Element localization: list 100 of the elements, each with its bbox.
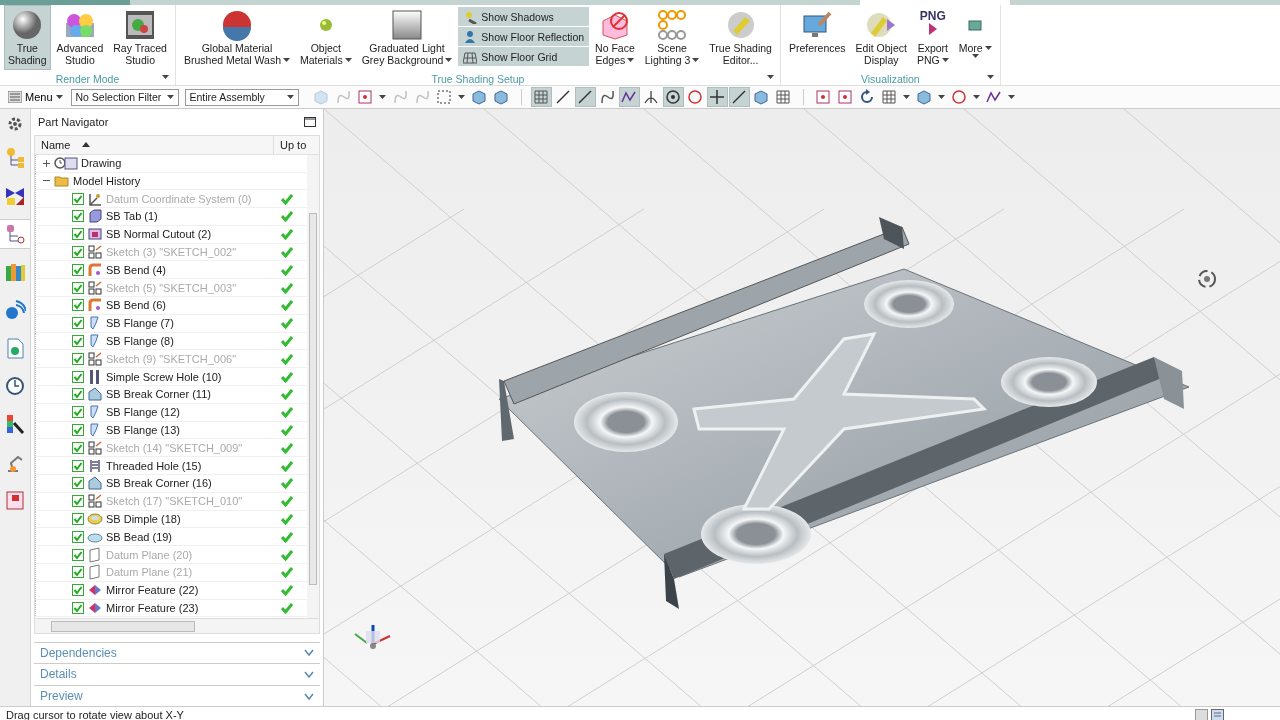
tree-item-label[interactable]: SB Dimple (18) bbox=[106, 513, 181, 526]
checkbox[interactable] bbox=[72, 584, 84, 597]
checkbox[interactable] bbox=[72, 602, 84, 614]
maximize-icon[interactable] bbox=[304, 116, 316, 127]
part-tree-tab[interactable] bbox=[0, 219, 30, 249]
tree-item-label[interactable]: Drawing bbox=[81, 157, 122, 170]
ribbon-button[interactable]: Ray Traced Studio bbox=[109, 5, 171, 70]
ribbon-button[interactable]: Object Materials bbox=[296, 5, 356, 70]
ribbon-button[interactable]: More bbox=[954, 5, 996, 70]
tree-item-label[interactable]: Model History bbox=[73, 174, 141, 187]
tree-item-label[interactable]: Mirror Feature (23) bbox=[106, 602, 199, 614]
checkbox[interactable] bbox=[72, 548, 84, 561]
caret-icon[interactable] bbox=[161, 75, 169, 79]
toggle-button[interactable]: Show Shadows bbox=[458, 7, 590, 26]
toggle-button[interactable]: Show Floor Reflection bbox=[458, 27, 590, 46]
graphics-viewport[interactable] bbox=[324, 109, 1280, 706]
ribbon-button[interactable]: Edit Object Display bbox=[851, 5, 911, 70]
cube-icon bbox=[312, 88, 331, 106]
checkbox[interactable] bbox=[72, 263, 84, 276]
checkbox[interactable] bbox=[72, 388, 84, 401]
line-icon bbox=[730, 88, 749, 106]
ribbon-button[interactable]: No Face Edges bbox=[591, 5, 639, 70]
caret-icon[interactable] bbox=[766, 75, 774, 79]
checkbox[interactable] bbox=[72, 477, 84, 490]
vertical-scrollbar[interactable] bbox=[307, 154, 319, 618]
toggle-button[interactable]: Show Floor Grid bbox=[458, 47, 590, 66]
tree-item-label[interactable]: SB Break Corner (11) bbox=[106, 388, 211, 401]
ribbon-button[interactable]: PNG Export PNG bbox=[912, 5, 953, 70]
checkbox[interactable] bbox=[72, 495, 84, 508]
caret-icon bbox=[627, 58, 635, 62]
plus-tool[interactable] bbox=[706, 87, 728, 107]
tree-item-label[interactable]: SB Normal Cutout (2) bbox=[106, 228, 212, 241]
tree-item-label[interactable]: Threaded Hole (15) bbox=[106, 459, 202, 472]
tree-item-label[interactable]: SB Tab (1) bbox=[106, 210, 158, 223]
checkbox[interactable] bbox=[72, 352, 84, 365]
checkbox[interactable] bbox=[72, 406, 84, 419]
line-icon bbox=[576, 88, 595, 106]
checkbox[interactable] bbox=[72, 441, 84, 454]
checkbox[interactable] bbox=[72, 424, 84, 437]
checkbox[interactable] bbox=[72, 566, 84, 579]
caret-icon bbox=[937, 95, 945, 99]
target-tool[interactable] bbox=[662, 87, 684, 107]
ribbon-button[interactable]: Scene Lighting 3 bbox=[640, 5, 704, 70]
tree-item-label[interactable]: SB Flange (8) bbox=[106, 335, 174, 348]
tree-item-label[interactable]: SB Flange (13) bbox=[106, 424, 180, 437]
tree-item-label[interactable]: SB Bend (4) bbox=[106, 263, 166, 276]
line-tool[interactable] bbox=[574, 87, 596, 107]
menu-button[interactable]: Menu bbox=[6, 91, 65, 103]
window-icon[interactable] bbox=[1195, 708, 1208, 720]
ribbon-button[interactable]: Preferences bbox=[784, 5, 850, 70]
checkbox[interactable] bbox=[72, 210, 84, 223]
curve-icon bbox=[391, 88, 410, 106]
column-header[interactable]: Up to bbox=[274, 135, 319, 154]
caret-icon[interactable] bbox=[986, 75, 994, 79]
sphere-icon bbox=[221, 9, 253, 41]
dashed-rectangle-icon bbox=[435, 88, 454, 106]
checkbox[interactable] bbox=[72, 281, 84, 294]
checkbox[interactable] bbox=[72, 192, 84, 205]
tree-item-label[interactable]: SB Break Corner (16) bbox=[106, 477, 212, 490]
section-header[interactable]: Dependencies bbox=[34, 641, 320, 663]
ribbon-button[interactable]: Global Material Brushed Metal Wash bbox=[179, 5, 295, 70]
grid-icon bbox=[880, 88, 899, 106]
tree-item-label[interactable]: SB Flange (7) bbox=[106, 317, 174, 330]
scope-dropdown[interactable]: Entire Assembly bbox=[184, 88, 299, 106]
threaded-hole-icon bbox=[87, 457, 103, 474]
tree-item-label[interactable]: SB Bead (19) bbox=[106, 530, 173, 543]
checkbox[interactable] bbox=[72, 370, 84, 383]
checkbox[interactable] bbox=[72, 513, 84, 526]
horizontal-scrollbar[interactable] bbox=[35, 617, 319, 633]
checkbox[interactable] bbox=[72, 246, 84, 259]
ribbon-button[interactable]: True Shading bbox=[4, 5, 51, 70]
tree-item-label[interactable]: SB Bend (6) bbox=[106, 299, 166, 312]
checkbox[interactable] bbox=[72, 317, 84, 330]
list-window-icon[interactable] bbox=[1211, 708, 1224, 720]
mirror-icon bbox=[87, 600, 103, 616]
sketch-icon bbox=[87, 493, 103, 510]
ribbon-button[interactable]: Advanced Studio bbox=[52, 5, 108, 70]
cube-icon bbox=[492, 88, 511, 106]
ribbon-button[interactable]: True Shading Editor... bbox=[705, 5, 776, 70]
zigzag-tool[interactable] bbox=[618, 87, 640, 107]
group-label: Render Mode bbox=[55, 73, 120, 85]
group-label: Visualization bbox=[860, 73, 920, 85]
column-header[interactable]: Name bbox=[35, 135, 274, 154]
selection-filter-dropdown[interactable]: No Selection Filter bbox=[70, 88, 179, 106]
checkbox[interactable] bbox=[72, 459, 84, 472]
tree-item-label[interactable]: Mirror Feature (22) bbox=[106, 584, 199, 597]
tree-item-label[interactable]: Simple Screw Hole (10) bbox=[106, 370, 222, 383]
line-tool[interactable] bbox=[728, 87, 750, 107]
film-icon bbox=[4, 489, 26, 511]
checkbox[interactable] bbox=[72, 335, 84, 348]
checkbox[interactable] bbox=[72, 228, 84, 241]
checkbox[interactable] bbox=[72, 299, 84, 312]
tree-item-label[interactable]: SB Flange (12) bbox=[106, 406, 180, 419]
assembly-tree-icon bbox=[4, 147, 26, 169]
expand-icon[interactable] bbox=[42, 158, 51, 168]
plane-icon bbox=[87, 564, 103, 581]
cutout-icon bbox=[87, 226, 103, 243]
checkbox[interactable] bbox=[72, 530, 84, 543]
ribbon-button[interactable]: Graduated Light Grey Background bbox=[357, 5, 457, 70]
grid-tool[interactable] bbox=[530, 87, 552, 107]
